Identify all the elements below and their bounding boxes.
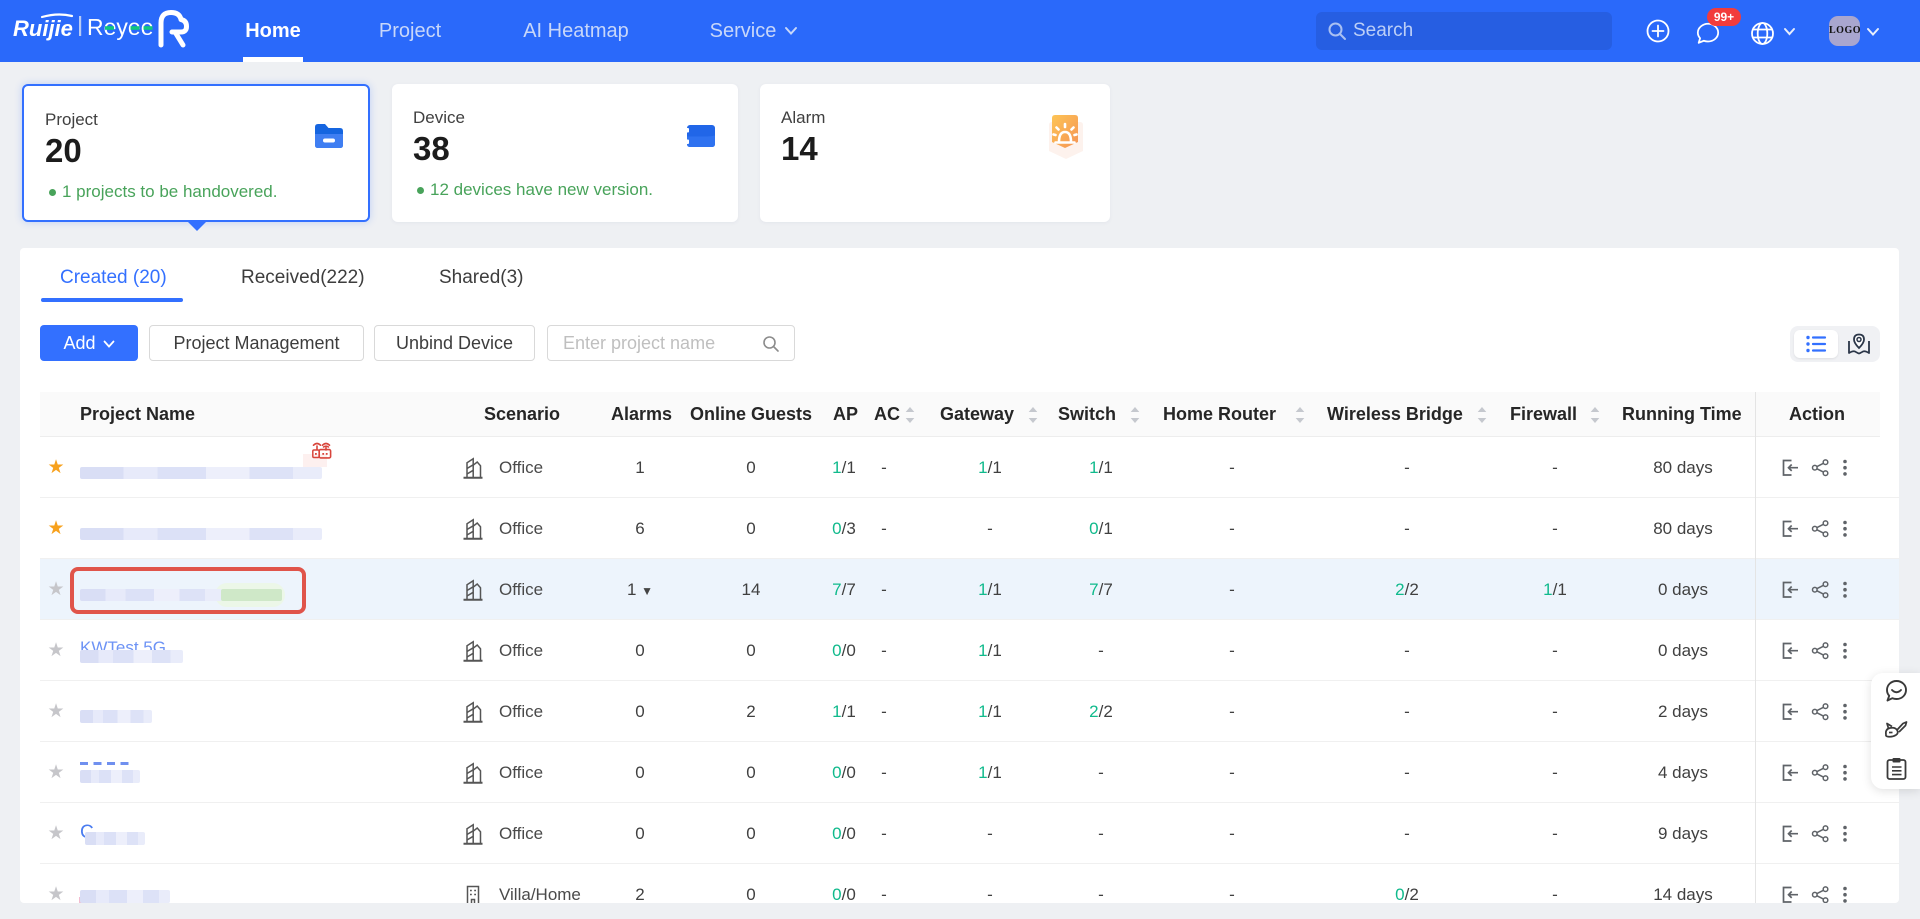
svg-text:Ruijie: Ruijie <box>13 16 73 41</box>
